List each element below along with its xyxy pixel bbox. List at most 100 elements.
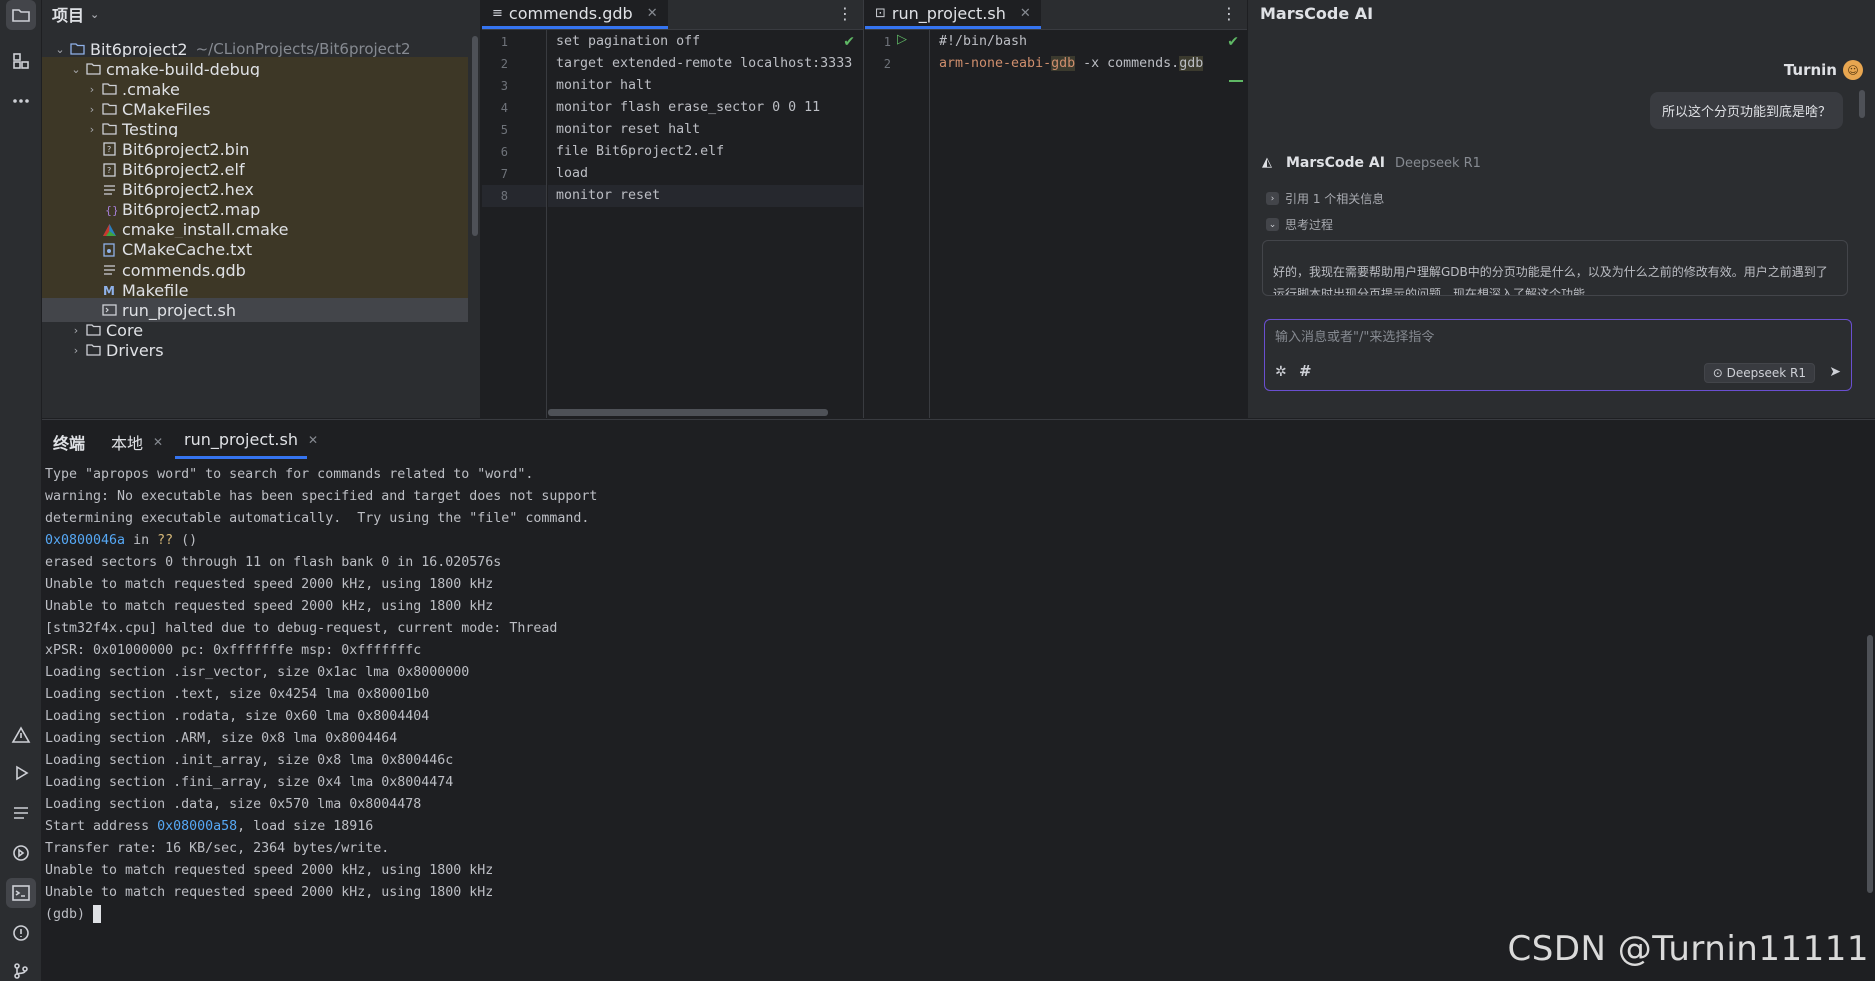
thinking-toggle[interactable]: ⌄ 思考过程 <box>1266 216 1333 233</box>
tab-run-project[interactable]: run_project.sh ✕ <box>184 430 318 449</box>
ai-scrollbar[interactable] <box>1859 90 1865 118</box>
code-line[interactable]: monitor flash erase_sector 0 0 11 <box>548 97 863 119</box>
project-tool-button[interactable] <box>6 0 36 30</box>
terminal-output[interactable]: Type "apropos word" to search for comman… <box>45 464 1855 926</box>
tree-item-label: Testing <box>122 119 179 139</box>
chevron-down-icon[interactable]: ⌄ <box>68 63 84 76</box>
terminal-line-text: () <box>173 533 198 548</box>
unknown-symbol-text: ?? <box>157 533 174 548</box>
run-gutter-icon[interactable]: ▷ <box>897 32 907 47</box>
close-icon[interactable]: ✕ <box>1020 6 1031 21</box>
model-icon: ⊙ <box>1712 366 1727 380</box>
line-gutter: 1 ▷ 2 <box>865 30 930 418</box>
tab-commends-gdb[interactable]: ≡ commends.gdb ✕ <box>482 0 668 29</box>
svg-text:?: ? <box>107 145 111 154</box>
command-text: arm-none-eabi- <box>939 56 1052 71</box>
ai-response-header: ◭ MarsCode AI Deepseek R1 <box>1262 155 1481 171</box>
terminal-tool-button[interactable] <box>6 878 36 908</box>
close-icon[interactable]: ✕ <box>308 433 318 447</box>
terminal-line: Unable to match requested speed 2000 kHz… <box>45 882 1855 904</box>
error-circle-icon <box>13 925 29 941</box>
terminal-line: determining executable automatically. Tr… <box>45 508 1855 530</box>
horizontal-scrollbar[interactable] <box>548 409 828 416</box>
services-tool-button[interactable] <box>6 838 36 868</box>
shell-file-icon: ⊡ <box>875 5 886 21</box>
avatar: ☺ <box>1843 60 1863 80</box>
command-highlight: gdb <box>1051 56 1076 71</box>
send-icon[interactable]: ➤ <box>1829 364 1841 380</box>
change-marker <box>1229 80 1243 82</box>
terminal-scrollbar[interactable] <box>1867 635 1873 893</box>
project-panel-header[interactable]: 项目 ⌄ <box>42 0 480 28</box>
chat-input[interactable] <box>1275 330 1675 345</box>
git-tool-button[interactable] <box>6 956 36 981</box>
binary-file-icon: ? <box>100 162 118 178</box>
problems-list-button[interactable] <box>6 918 36 948</box>
hash-icon[interactable]: # <box>1299 362 1312 380</box>
cmake-cache-icon <box>100 242 118 258</box>
terminal-panel: 终端 本地 ✕ run_project.sh ✕ Type "apropos w… <box>42 419 1875 981</box>
chevron-right-icon[interactable]: › <box>68 344 84 357</box>
chevron-right-icon[interactable]: › <box>84 103 100 116</box>
tab-label: commends.gdb <box>508 3 633 23</box>
chevron-right-icon[interactable]: › <box>84 83 100 96</box>
folder-icon <box>84 322 102 338</box>
chevron-down-icon: ⌄ <box>55 42 65 56</box>
chevron-right-icon[interactable]: › <box>68 324 84 337</box>
terminal-line-text: in <box>125 533 158 548</box>
terminal-line-text: (gdb) <box>45 907 94 922</box>
tab-local[interactable]: 本地 ✕ <box>111 430 163 454</box>
module-folder-icon <box>68 41 86 57</box>
more-tools-button[interactable] <box>6 86 36 116</box>
terminal-line-text: Transfer rate: 16 KB/sec, 2364 bytes/wri… <box>45 841 390 856</box>
terminal-line: Start address 0x08000a58, load size 1891… <box>45 816 1855 838</box>
tree-scrollbar[interactable] <box>472 36 478 236</box>
code-line[interactable]: monitor reset halt <box>548 119 863 141</box>
user-message-bubble: 所以这个分页功能到底是啥？ <box>1649 92 1843 129</box>
more-vertical-icon[interactable]: ⋮ <box>837 4 853 23</box>
terminal-line-text: Unable to match requested speed 2000 kHz… <box>45 863 494 878</box>
close-icon[interactable]: ✕ <box>647 6 658 21</box>
terminal-line: warning: No executable has been specifie… <box>45 486 1855 508</box>
run-tool-button[interactable] <box>6 758 36 788</box>
tree-item-label: cmake-build-debug <box>106 59 261 79</box>
shell-script-icon <box>100 302 118 318</box>
terminal-line-text: Loading section .fini_array, size 0x4 lm… <box>45 775 454 790</box>
code-line[interactable]: set pagination off <box>548 31 863 53</box>
warning-triangle-icon <box>11 726 31 743</box>
terminal-line-text: Unable to match requested speed 2000 kHz… <box>45 577 494 592</box>
problems-tool-button[interactable] <box>6 720 36 750</box>
code-line[interactable]: monitor halt <box>548 75 863 97</box>
todo-tool-button[interactable] <box>6 798 36 828</box>
tab-run-project-sh[interactable]: ⊡ run_project.sh ✕ <box>865 0 1041 29</box>
tree-item-label: commends.gdb <box>122 260 246 280</box>
terminal-line: Unable to match requested speed 2000 kHz… <box>45 574 1855 596</box>
line-number: 1 <box>500 35 508 49</box>
folder-icon <box>84 61 102 77</box>
terminal-line-text: Type "apropos word" to search for comman… <box>45 467 534 482</box>
chevron-right-icon[interactable]: › <box>84 123 100 136</box>
code-line[interactable]: #!/bin/bash <box>931 31 1247 53</box>
references-toggle[interactable]: › 引用 1 个相关信息 <box>1266 190 1384 207</box>
bot-name: MarsCode AI <box>1286 155 1385 171</box>
close-icon[interactable]: ✕ <box>153 435 163 449</box>
code-line[interactable]: file Bit6project2.elf <box>548 141 863 163</box>
terminal-line: erased sectors 0 through 11 on flash ban… <box>45 552 1855 574</box>
editor1-tabbar: ≡ commends.gdb ✕ ⋮ <box>482 0 863 30</box>
terminal-line: Unable to match requested speed 2000 kHz… <box>45 596 1855 618</box>
code-line[interactable]: monitor reset <box>548 185 863 207</box>
terminal-line: xPSR: 0x01000000 pc: 0xfffffffe msp: 0xf… <box>45 640 1855 662</box>
more-vertical-icon[interactable]: ⋮ <box>1221 4 1237 23</box>
model-selector[interactable]: ⊙ Deepseek R1 <box>1703 363 1815 383</box>
sparkle-icon[interactable]: ✲ <box>1275 364 1287 380</box>
tree-item-label: Makefile <box>122 280 189 300</box>
code-line[interactable]: arm-none-eabi-gdb -x commends.gdb <box>931 53 1247 75</box>
code-line[interactable]: target extended-remote localhost:3333 <box>548 53 863 75</box>
args-highlight: gdb <box>1179 56 1204 71</box>
structure-tool-button[interactable] <box>6 46 36 76</box>
line-number: 5 <box>500 123 508 137</box>
thinking-text: 好的，我现在需要帮助用户理解GDB中的分页功能是什么，以及为什么之前的修改有效。… <box>1273 265 1828 296</box>
tree-item[interactable]: › Drivers <box>42 338 468 362</box>
code-line[interactable]: load <box>548 163 863 185</box>
terminal-line: Transfer rate: 16 KB/sec, 2364 bytes/wri… <box>45 838 1855 860</box>
